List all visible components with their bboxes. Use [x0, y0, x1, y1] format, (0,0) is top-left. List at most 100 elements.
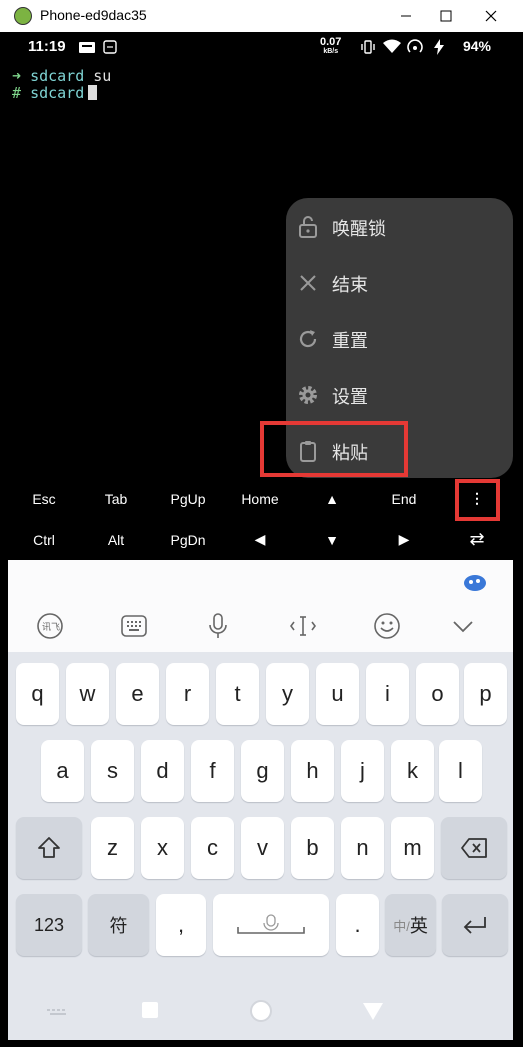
status-time: 11:19 [28, 38, 66, 55]
key-e[interactable]: e [116, 663, 159, 725]
key-h[interactable]: h [291, 740, 334, 802]
refresh-icon [299, 330, 317, 348]
space-mic-icon [237, 914, 305, 934]
extra-key-ctrl[interactable]: Ctrl [8, 519, 80, 560]
enter-key[interactable] [442, 894, 508, 956]
key-u[interactable]: u [316, 663, 359, 725]
key-q[interactable]: q [16, 663, 59, 725]
extra-keys-bar: Esc Tab PgUp Home ▲ End ⋮ Ctrl Alt PgDn … [8, 478, 513, 560]
key-s[interactable]: s [91, 740, 134, 802]
menu-item-label: 设置 [332, 387, 368, 408]
soft-keyboard: 讯飞 q w e r t y u i o p a s d f g h j k l… [8, 560, 513, 1040]
charging-icon [434, 39, 444, 55]
menu-item-reset[interactable]: 重置 [286, 311, 513, 367]
menu-item-label: 唤醒锁 [332, 219, 386, 240]
comma-key[interactable]: , [156, 894, 206, 956]
ime-logo-icon[interactable] [463, 570, 487, 594]
menu-item-wakelock[interactable]: 唤醒锁 [286, 199, 513, 255]
menu-item-settings[interactable]: 设置 [286, 367, 513, 423]
extra-key-pgdn[interactable]: PgDn [152, 519, 224, 560]
phone-screen: 11:19 0.07 kB/s 94% ➜ sdcard su # sdcard… [8, 32, 513, 1040]
terminal-cursor [88, 85, 98, 100]
close-icon [300, 275, 316, 291]
key-t[interactable]: t [216, 663, 259, 725]
hide-keyboard-button[interactable] [447, 610, 479, 642]
prompt-dir: sdcard [30, 67, 85, 85]
extra-key-up[interactable]: ▲ [296, 478, 368, 519]
key-b[interactable]: b [291, 817, 334, 879]
chevron-down-icon [453, 621, 473, 633]
extra-key-right[interactable]: ▶ [368, 519, 440, 560]
key-k[interactable]: k [391, 740, 434, 802]
key-d[interactable]: d [141, 740, 184, 802]
close-icon [485, 10, 497, 22]
key-p[interactable]: p [464, 663, 507, 725]
extra-key-left[interactable]: ◀ [224, 519, 296, 560]
prompt-dir: sdcard [30, 84, 85, 102]
key-m[interactable]: m [391, 817, 434, 879]
extra-key-esc[interactable]: Esc [8, 478, 80, 519]
cursor-icon [290, 616, 316, 636]
minimize-icon [401, 15, 411, 17]
lang-en-label: 英 [409, 916, 428, 936]
home-button[interactable] [249, 999, 273, 1023]
key-r[interactable]: r [166, 663, 209, 725]
extra-key-home[interactable]: Home [224, 478, 296, 519]
key-v[interactable]: v [241, 817, 284, 879]
lock-open-icon [299, 216, 317, 238]
extra-key-alt[interactable]: Alt [80, 519, 152, 560]
backspace-icon [461, 838, 487, 858]
key-x[interactable]: x [141, 817, 184, 879]
key-n[interactable]: n [341, 817, 384, 879]
key-f[interactable]: f [191, 740, 234, 802]
key-y[interactable]: y [266, 663, 309, 725]
shift-key[interactable] [16, 817, 82, 879]
key-o[interactable]: o [416, 663, 459, 725]
key-a[interactable]: a [41, 740, 84, 802]
extra-key-pgup[interactable]: PgUp [152, 478, 224, 519]
hotspot-icon [407, 39, 423, 53]
cursor-move-button[interactable] [287, 610, 319, 642]
battery-level: 94% [462, 38, 491, 54]
extra-key-more[interactable]: ⋮ [441, 478, 513, 519]
keyboard-icon [121, 615, 147, 637]
window-titlebar: Phone-ed9dac35 [0, 0, 523, 32]
keyboard-toolbar: 讯飞 [8, 560, 513, 652]
notification-icon [79, 42, 95, 53]
prompt-arrow: ➜ [12, 67, 22, 85]
recents-button[interactable] [142, 1002, 158, 1018]
window-title: Phone-ed9dac35 [40, 7, 147, 23]
emoji-icon [374, 613, 400, 639]
numeric-key[interactable]: 123 [16, 894, 82, 956]
symbols-key[interactable]: 符 [88, 894, 149, 956]
key-i[interactable]: i [366, 663, 409, 725]
key-l[interactable]: l [439, 740, 482, 802]
emoji-button[interactable] [371, 610, 403, 642]
close-window-button[interactable] [468, 0, 514, 32]
keyboard-hide-icon[interactable] [46, 1008, 70, 1018]
key-j[interactable]: j [341, 740, 384, 802]
extra-key-end[interactable]: End [368, 478, 440, 519]
maximize-icon [440, 10, 452, 22]
keyboard-switch-button[interactable] [118, 610, 150, 642]
extra-key-down[interactable]: ▼ [296, 519, 368, 560]
mic-icon [209, 613, 227, 638]
voice-input-button[interactable] [202, 610, 234, 642]
handwriting-icon: 讯飞 [37, 613, 63, 639]
key-c[interactable]: c [191, 817, 234, 879]
key-w[interactable]: w [66, 663, 109, 725]
net-speed-unit: kB/s [323, 48, 339, 55]
backspace-key[interactable] [441, 817, 507, 879]
back-button[interactable] [362, 1001, 384, 1021]
menu-item-exit[interactable]: 结束 [286, 255, 513, 311]
key-g[interactable]: g [241, 740, 284, 802]
maximize-button[interactable] [423, 0, 469, 32]
key-z[interactable]: z [91, 817, 134, 879]
period-key[interactable]: . [336, 894, 379, 956]
language-switch-key[interactable]: 中/英 [385, 894, 436, 956]
extra-key-swap[interactable]: ⇄ [441, 519, 513, 560]
extra-key-tab[interactable]: Tab [80, 478, 152, 519]
space-key[interactable] [213, 894, 329, 956]
handwriting-button[interactable]: 讯飞 [34, 610, 66, 642]
terminal-command: su [93, 67, 112, 85]
